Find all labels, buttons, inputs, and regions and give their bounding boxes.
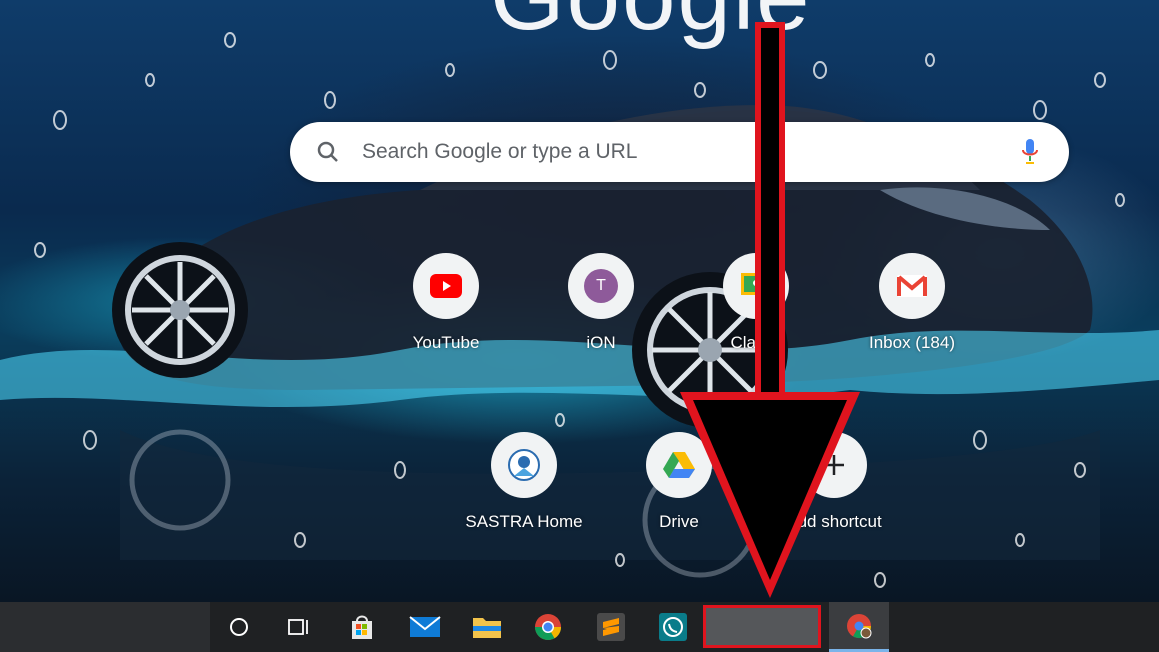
- shortcut-label: iON: [586, 333, 616, 352]
- shortcut-sastra[interactable]: SASTRA Home: [464, 432, 584, 532]
- shortcut-ion[interactable]: T iON: [541, 253, 661, 353]
- sastra-icon: [491, 432, 557, 498]
- shortcut-classroom[interactable]: Clas…: [696, 253, 816, 353]
- classroom-icon: [723, 253, 789, 319]
- search-icon: [316, 140, 340, 169]
- shortcut-youtube[interactable]: YouTube: [386, 253, 506, 353]
- sublime-text-icon[interactable]: [586, 602, 636, 652]
- plus-icon: [801, 432, 867, 498]
- microsoft-store-icon[interactable]: [337, 602, 387, 652]
- youtube-icon: [413, 253, 479, 319]
- chrome-icon[interactable]: [523, 602, 573, 652]
- whatsapp-icon[interactable]: [648, 602, 698, 652]
- shortcut-label: SASTRA Home: [465, 512, 583, 531]
- cortana-search-icon[interactable]: [214, 602, 264, 652]
- shortcut-add[interactable]: Add shortcut: [774, 432, 894, 532]
- microphone-icon[interactable]: [1021, 138, 1039, 171]
- taskbar-search-area[interactable]: [0, 602, 210, 652]
- highlighted-empty-slot[interactable]: [703, 605, 821, 648]
- search-box[interactable]: Search Google or type a URL: [290, 122, 1069, 182]
- gmail-icon: [879, 253, 945, 319]
- drive-icon: [646, 432, 712, 498]
- file-explorer-icon[interactable]: [462, 602, 512, 652]
- shortcut-label: Add shortcut: [786, 512, 882, 531]
- taskbar: [0, 602, 1159, 652]
- chrome-profile-icon[interactable]: [829, 602, 889, 652]
- shortcut-label: Drive: [659, 512, 699, 531]
- google-logo: Google: [490, 0, 812, 52]
- shortcut-drive[interactable]: Drive: [619, 432, 739, 532]
- ion-avatar: T: [568, 253, 634, 319]
- shortcut-gmail[interactable]: Inbox (184): [852, 253, 972, 353]
- wallpaper: Google Search Google or type a URL YouTu…: [0, 0, 1159, 602]
- shortcut-label: YouTube: [412, 333, 480, 352]
- mail-icon[interactable]: [400, 602, 450, 652]
- search-input[interactable]: Search Google or type a URL: [362, 140, 637, 164]
- task-view-icon[interactable]: [274, 602, 324, 652]
- shortcut-label: Inbox (184): [869, 333, 955, 352]
- shortcut-label: Clas…: [730, 333, 782, 352]
